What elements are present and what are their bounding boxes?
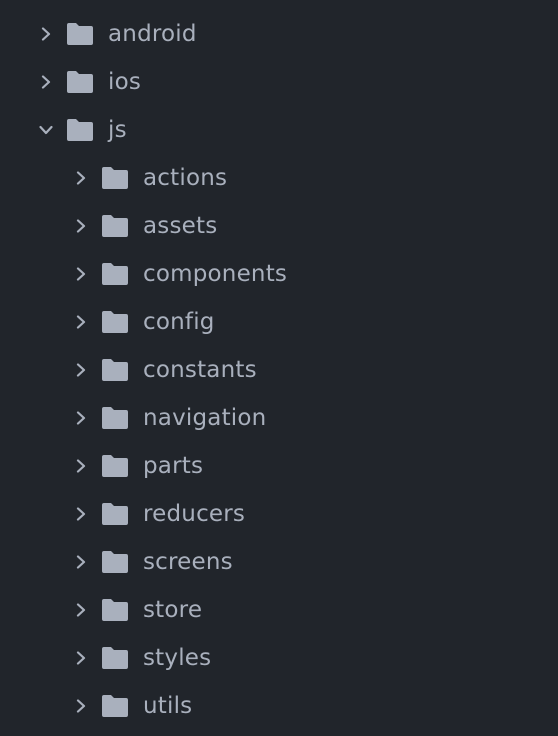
tree-item-config[interactable]: config	[0, 298, 558, 346]
folder-icon	[101, 213, 131, 239]
tree-item-label: js	[108, 117, 127, 143]
folder-icon	[101, 549, 131, 575]
folder-icon	[101, 693, 131, 719]
tree-item-label: parts	[143, 453, 204, 479]
tree-item-label: config	[143, 309, 215, 335]
tree-item-label: navigation	[143, 405, 267, 431]
folder-icon	[66, 21, 96, 47]
tree-item-android[interactable]: android	[0, 10, 558, 58]
chevron-right-icon[interactable]	[69, 394, 93, 442]
folder-icon	[101, 405, 131, 431]
chevron-right-icon[interactable]	[69, 202, 93, 250]
folder-icon	[101, 165, 131, 191]
chevron-right-icon[interactable]	[69, 490, 93, 538]
tree-item-label: screens	[143, 549, 233, 575]
tree-item-label: reducers	[143, 501, 246, 527]
tree-item-label: constants	[143, 357, 257, 383]
tree-item-label: ios	[108, 69, 142, 95]
tree-item-components[interactable]: components	[0, 250, 558, 298]
chevron-right-icon[interactable]	[69, 442, 93, 490]
folder-open-icon	[66, 117, 96, 143]
tree-item-label: android	[108, 21, 197, 47]
folder-icon	[101, 309, 131, 335]
tree-item-reducers[interactable]: reducers	[0, 490, 558, 538]
chevron-right-icon[interactable]	[69, 634, 93, 682]
tree-item-utils[interactable]: utils	[0, 682, 558, 730]
tree-item-screens[interactable]: screens	[0, 538, 558, 586]
folder-icon	[101, 261, 131, 287]
tree-item-label: store	[143, 597, 203, 623]
tree-item-store[interactable]: store	[0, 586, 558, 634]
file-tree: android ios js actions assets components…	[0, 0, 558, 736]
folder-icon	[66, 69, 96, 95]
tree-item-label: utils	[143, 693, 193, 719]
folder-icon	[101, 645, 131, 671]
chevron-right-icon[interactable]	[34, 10, 58, 58]
tree-item-styles[interactable]: styles	[0, 634, 558, 682]
tree-item-ios[interactable]: ios	[0, 58, 558, 106]
tree-item-label: components	[143, 261, 288, 287]
folder-icon	[101, 357, 131, 383]
tree-item-constants[interactable]: constants	[0, 346, 558, 394]
chevron-right-icon[interactable]	[69, 346, 93, 394]
folder-icon	[101, 501, 131, 527]
tree-item-label: actions	[143, 165, 228, 191]
chevron-right-icon[interactable]	[69, 586, 93, 634]
folder-icon	[101, 453, 131, 479]
chevron-right-icon[interactable]	[69, 538, 93, 586]
tree-item-actions[interactable]: actions	[0, 154, 558, 202]
tree-item-parts[interactable]: parts	[0, 442, 558, 490]
tree-item-navigation[interactable]: navigation	[0, 394, 558, 442]
chevron-right-icon[interactable]	[34, 58, 58, 106]
folder-icon	[101, 597, 131, 623]
chevron-down-icon[interactable]	[34, 106, 58, 154]
chevron-right-icon[interactable]	[69, 298, 93, 346]
chevron-right-icon[interactable]	[69, 154, 93, 202]
chevron-right-icon[interactable]	[69, 250, 93, 298]
tree-item-label: assets	[143, 213, 218, 239]
chevron-right-icon[interactable]	[69, 682, 93, 730]
tree-item-label: styles	[143, 645, 212, 671]
tree-item-js[interactable]: js	[0, 106, 558, 154]
tree-item-assets[interactable]: assets	[0, 202, 558, 250]
